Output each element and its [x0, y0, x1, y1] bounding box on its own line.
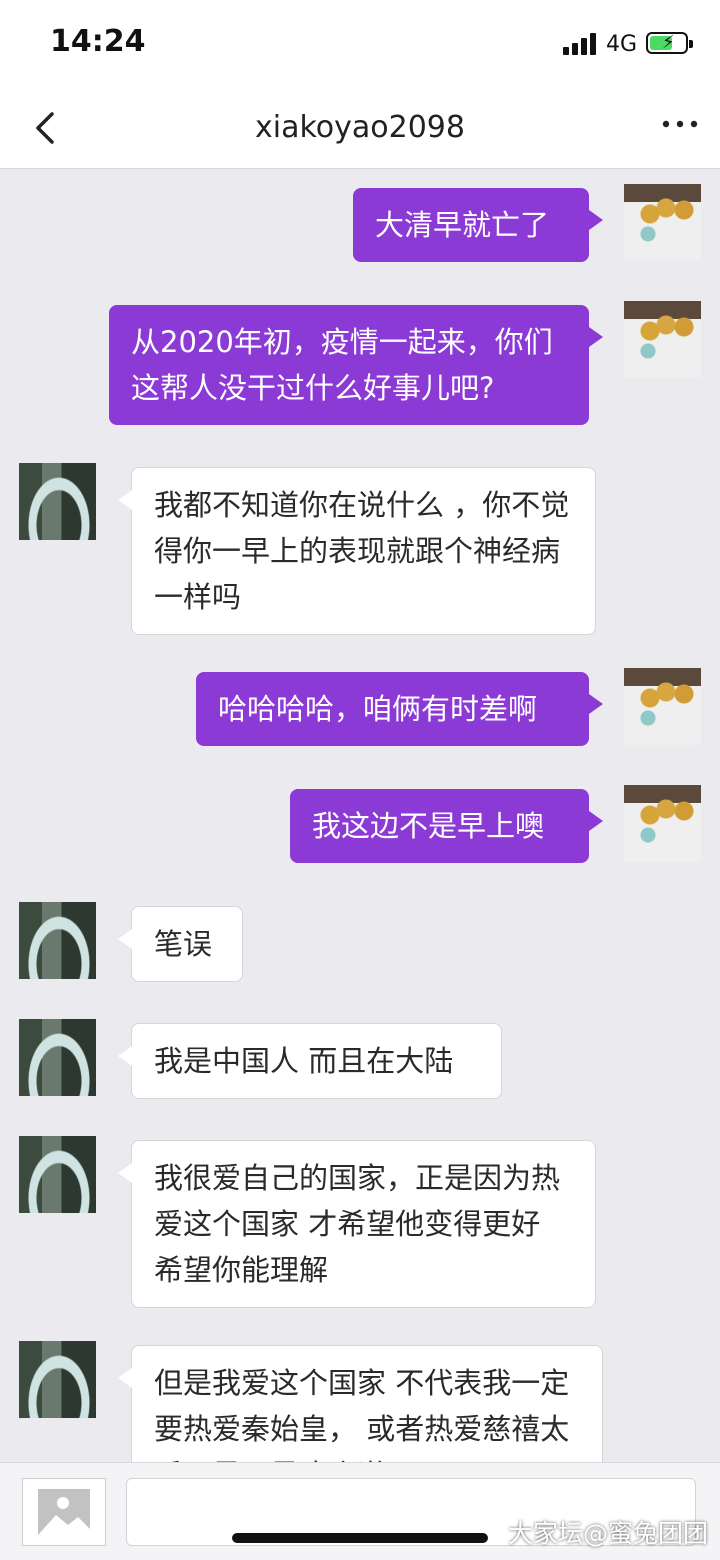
message-text: 我是中国人 而且在大陆 [154, 1044, 454, 1078]
status-time: 14:24 [50, 24, 146, 59]
my-avatar[interactable] [624, 184, 701, 261]
network-type: 4G [606, 32, 638, 57]
incoming-message[interactable]: 我是中国人 而且在大陆 [118, 1023, 502, 1099]
contact-avatar[interactable] [19, 1019, 96, 1096]
message-text: 我都不知道你在说什么 ，你不觉得你一早上的表现就跟个神经病一样吗 [154, 488, 570, 614]
outgoing-message[interactable]: 从2020年初，疫情一起来，你们这帮人没干过什么好事儿吧? [109, 305, 603, 425]
message-text: 我很爱自己的国家，正是因为热爱这个国家 才希望他变得更好 希望你能理解 [154, 1161, 561, 1287]
contact-avatar[interactable] [19, 902, 96, 979]
my-avatar[interactable] [624, 301, 701, 378]
more-icon[interactable] [660, 104, 700, 144]
watermark: 大家坛@蜜兔团团 [507, 1519, 708, 1548]
chat-title: xiakoyao2098 [255, 110, 465, 145]
home-indicator[interactable] [232, 1533, 488, 1543]
message-text: 大清早就亡了 [375, 208, 550, 242]
incoming-message[interactable]: 笔误 [118, 906, 243, 982]
contact-avatar[interactable] [19, 1341, 96, 1418]
incoming-message[interactable]: 但是我爱这个国家 不代表我一定要热爱秦始皇， 或者热爱慈禧太后，是不是这个道理呢… [118, 1345, 603, 1462]
chat-area[interactable]: 大清早就亡了 从2020年初，疫情一起来，你们这帮人没干过什么好事儿吧? 我都不… [0, 169, 720, 1462]
message-text: 哈哈哈哈，咱俩有时差啊 [218, 692, 538, 726]
message-text: 笔误 [154, 927, 213, 961]
signal-icon [563, 33, 599, 55]
my-avatar[interactable] [624, 668, 701, 745]
image-picker-button[interactable] [22, 1478, 106, 1546]
message-text: 从2020年初，疫情一起来，你们这帮人没干过什么好事儿吧? [131, 325, 553, 405]
outgoing-message[interactable]: 大清早就亡了 [353, 188, 603, 262]
incoming-message[interactable]: 我都不知道你在说什么 ，你不觉得你一早上的表现就跟个神经病一样吗 [118, 467, 596, 635]
battery-charging-icon: ⚡ [646, 32, 693, 54]
status-bar: 14:24 4G ⚡ [0, 0, 720, 90]
contact-avatar[interactable] [19, 1136, 96, 1213]
image-picker-icon [38, 1489, 90, 1535]
message-text: 但是我爱这个国家 不代表我一定要热爱秦始皇， 或者热爱慈禧太后，是不是这个道理呢… [154, 1366, 570, 1462]
my-avatar[interactable] [624, 785, 701, 862]
incoming-message[interactable]: 我很爱自己的国家，正是因为热爱这个国家 才希望他变得更好 希望你能理解 [118, 1140, 596, 1308]
outgoing-message[interactable]: 哈哈哈哈，咱俩有时差啊 [196, 672, 603, 746]
outgoing-message[interactable]: 我这边不是早上噢 [290, 789, 603, 863]
message-text: 我这边不是早上噢 [312, 809, 545, 843]
nav-bar: xiakoyao2098 [0, 90, 720, 169]
contact-avatar[interactable] [19, 463, 96, 540]
